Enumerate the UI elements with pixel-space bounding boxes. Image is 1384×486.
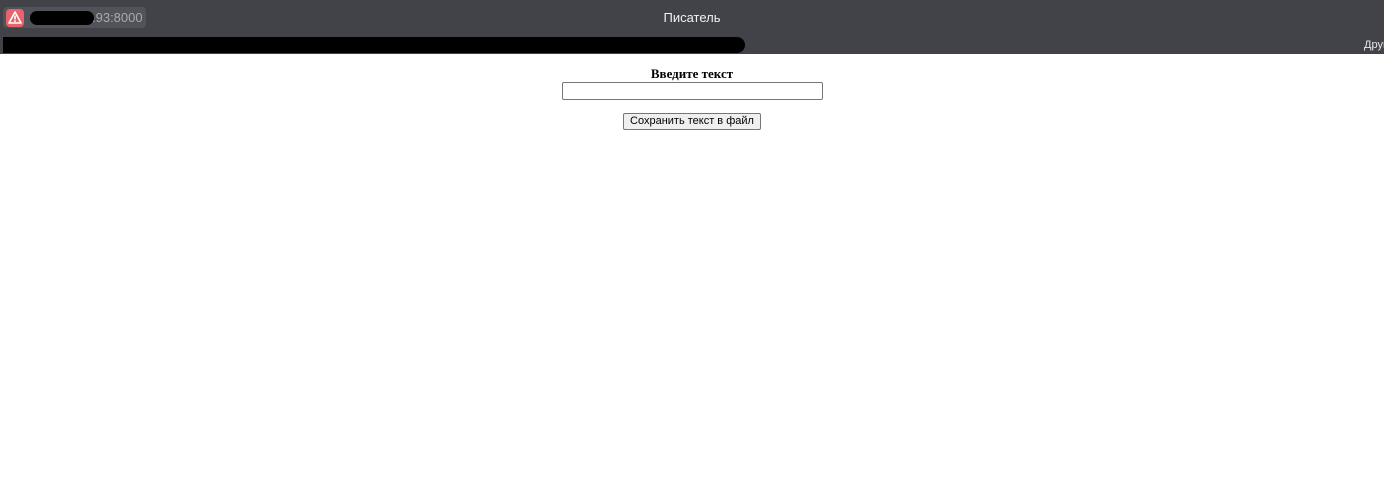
text-form: Введите текст Сохранить текст в файл: [0, 66, 1384, 130]
save-text-button[interactable]: Сохранить текст в файл: [623, 113, 761, 130]
text-input-label: Введите текст: [650, 66, 734, 81]
browser-toolbar: .93:8000 Писатель Другие закладки: [0, 0, 1384, 54]
other-bookmarks-button[interactable]: Другие закладки: [1364, 38, 1384, 52]
text-input[interactable]: [561, 82, 823, 100]
window-title: Писатель: [663, 10, 721, 25]
redacted-bookmarks: [3, 37, 745, 53]
